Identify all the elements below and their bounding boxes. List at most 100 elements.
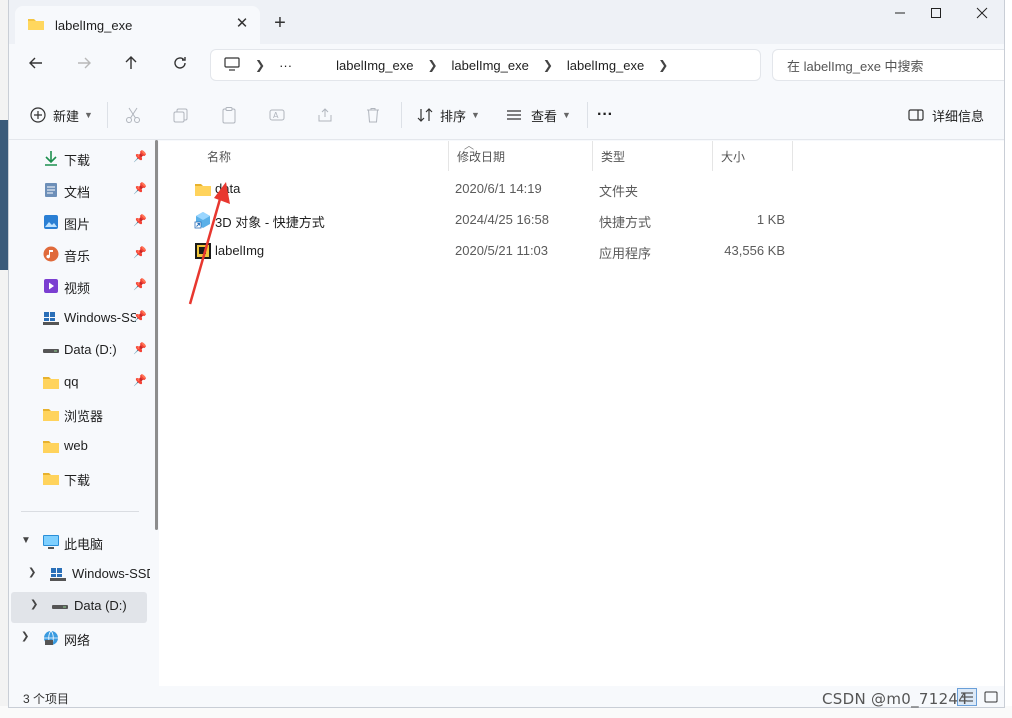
column-header-type[interactable]: 类型 (593, 141, 713, 171)
file-name: 3D 对象 - 快捷方式 (215, 215, 325, 230)
tab-labelimg-exe[interactable]: labelImg_exe ✕ (15, 6, 260, 44)
close-window-button[interactable] (964, 6, 1000, 26)
pin-icon: 📌 (133, 311, 147, 323)
share-button[interactable] (314, 103, 336, 127)
delete-button[interactable] (362, 103, 384, 127)
sidebar-item-web[interactable]: web (9, 432, 149, 460)
file-type: 快捷方式 (599, 215, 652, 230)
file-date: 2020/6/1 14:19 (455, 181, 542, 196)
sidebar-item-music[interactable]: 音乐 📌 (9, 240, 149, 268)
sort-button[interactable]: 排序 ▼ (414, 103, 480, 127)
sidebar-item-tree-windows-ssd[interactable]: ❯ Windows-SSD (9, 560, 150, 588)
sidebar-item-pictures[interactable]: 图片 📌 (9, 208, 149, 236)
back-button[interactable] (23, 53, 49, 77)
more-options-button[interactable]: ··· (597, 103, 613, 127)
copy-button[interactable] (170, 103, 192, 127)
column-header-date[interactable]: 修改日期 (449, 141, 593, 171)
minimize-button[interactable] (882, 6, 918, 26)
breadcrumb-overflow[interactable]: ··· (279, 58, 292, 73)
file-row[interactable]: data 2020/6/1 14:19 文件夹 (179, 174, 799, 204)
refresh-button[interactable] (167, 53, 193, 77)
sidebar-item-label: 视频 (64, 281, 91, 296)
sidebar-item-data-d[interactable]: Data (D:) 📌 (9, 336, 149, 364)
navigation-scrollbar[interactable] (155, 140, 158, 530)
trash-icon (362, 104, 384, 126)
sidebar-item-documents[interactable]: 文档 📌 (9, 176, 149, 204)
windows-drive-icon (42, 309, 60, 327)
document-icon (42, 181, 60, 199)
file-list: ︿ 名称 修改日期 类型 大小 data 2020/6/1 14:19 文件夹 … (159, 141, 1004, 686)
breadcrumb-item[interactable]: labelImg_exe (567, 58, 644, 73)
file-date: 2020/5/21 11:03 (455, 243, 549, 258)
sidebar-item-network[interactable]: ❯ 网络 (9, 624, 149, 652)
paste-button[interactable] (218, 103, 240, 127)
details-pane-icon (905, 104, 927, 126)
breadcrumb-item[interactable]: labelImg_exe (336, 58, 413, 73)
sidebar-item-tree-data-d[interactable]: ❯ Data (D:) (11, 592, 147, 623)
sidebar-item-label: 文档 (64, 185, 91, 200)
column-header-size[interactable]: 大小 (713, 141, 793, 171)
chevron-right-icon[interactable]: ❯ (30, 599, 38, 610)
new-button[interactable]: 新建 ▼ (27, 103, 93, 127)
sidebar-item-label: 网络 (64, 633, 91, 648)
maximize-button[interactable] (918, 6, 954, 26)
file-name: data (215, 181, 241, 196)
chevron-right-icon[interactable]: ❯ (28, 567, 36, 578)
sidebar-item-windows-ssd[interactable]: Windows-SSD 📌 (9, 304, 149, 332)
file-row[interactable]: labelImg 2020/5/21 11:03 应用程序 43,556 KB (179, 236, 799, 266)
sidebar-item-downloads[interactable]: 下载 📌 (9, 144, 149, 172)
sidebar-item-label: Data (D:) (74, 598, 127, 613)
sidebar-item-browser[interactable]: 浏览器 (9, 400, 149, 428)
address-bar[interactable]: ❯ ··· ❯ labelImg_exe ❯ labelImg_exe ❯ la… (210, 49, 761, 81)
clipboard-icon (218, 104, 240, 126)
divider (107, 102, 108, 128)
plus-circle-icon (27, 104, 49, 126)
sidebar-item-videos[interactable]: 视频 📌 (9, 272, 149, 300)
pin-icon: 📌 (133, 247, 147, 259)
view-button[interactable]: 查看 ▼ (503, 103, 571, 127)
sidebar-item-label: 下载 (64, 473, 91, 488)
up-button[interactable] (118, 53, 144, 77)
sidebar-item-this-pc[interactable]: ▼ 此电脑 (9, 528, 149, 556)
file-name: labelImg (215, 243, 265, 258)
svg-text:A: A (273, 111, 279, 120)
rename-icon: A (266, 104, 288, 126)
sidebar-item-downloads-folder[interactable]: 下载 (9, 464, 149, 492)
breadcrumb-item[interactable]: labelImg_exe (452, 58, 529, 73)
pin-icon: 📌 (133, 279, 147, 291)
sidebar-item-label: 下载 (64, 153, 91, 168)
pin-icon: 📌 (133, 343, 147, 355)
folder-icon (42, 469, 60, 487)
chevron-right-icon: ❯ (542, 58, 553, 72)
app-icon (194, 242, 212, 260)
chevron-right-icon: ❯ (255, 58, 266, 72)
navigation-bar: ❯ ··· ❯ labelImg_exe ❯ labelImg_exe ❯ la… (9, 44, 1004, 86)
file-row[interactable]: 3D 对象 - 快捷方式 2024/4/25 16:58 快捷方式 1 KB (179, 205, 799, 235)
chevron-right-icon: ❯ (658, 58, 669, 72)
view-list-icon (503, 104, 525, 126)
close-tab-icon[interactable]: ✕ (234, 16, 250, 32)
search-input[interactable]: 在 labelImg_exe 中搜索 (772, 49, 1004, 81)
details-pane-button[interactable]: 详细信息 (905, 103, 984, 127)
tab-title: labelImg_exe (55, 17, 133, 33)
cut-button[interactable] (122, 103, 144, 127)
details-label: 详细信息 (932, 108, 985, 124)
forward-button[interactable] (71, 53, 97, 77)
sidebar-item-label: 音乐 (64, 249, 91, 264)
sidebar-item-label: qq (64, 374, 79, 389)
column-header-name[interactable]: 名称 (199, 141, 449, 171)
chevron-right-icon[interactable]: ❯ (21, 631, 29, 642)
shortcut-icon (194, 211, 212, 229)
share-icon (314, 104, 336, 126)
navigation-pane: 下载 📌 文档 📌 图片 📌 音乐 📌 视频 📌 Windows-SSD 📌 (9, 141, 159, 686)
pin-icon: 📌 (133, 215, 147, 227)
sidebar-item-qq[interactable]: qq 📌 (9, 368, 149, 396)
new-label: 新建 (53, 108, 80, 124)
tiles-view-button[interactable] (981, 688, 1001, 706)
rename-button[interactable]: A (266, 103, 288, 127)
sidebar-item-label: 此电脑 (64, 537, 104, 552)
folder-icon (42, 373, 60, 391)
new-tab-button[interactable]: + (269, 12, 291, 34)
chevron-down-icon[interactable]: ▼ (21, 535, 31, 546)
arrow-left-icon (29, 57, 42, 69)
